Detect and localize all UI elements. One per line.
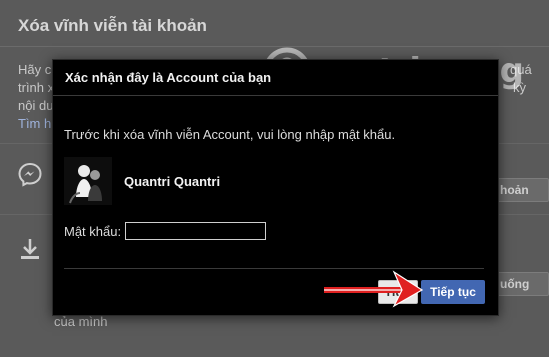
dialog-prompt: Trước khi xóa vĩnh viễn Account, vui lòn… xyxy=(64,127,396,142)
annotation-arrow-icon xyxy=(324,270,424,308)
download-icon xyxy=(21,239,39,259)
password-row: Mật khẩu: xyxy=(64,222,267,240)
password-label: Mật khẩu: xyxy=(64,223,122,239)
user-row: Quantri Quantri xyxy=(64,157,220,205)
avatar xyxy=(64,157,112,205)
body-text-line: nội du xyxy=(18,98,54,113)
learn-more-link[interactable]: Tìm h xyxy=(18,116,51,131)
body-text-line: Hãy c xyxy=(18,62,52,77)
background-button[interactable]: uống xyxy=(493,272,549,296)
password-input[interactable] xyxy=(125,222,267,240)
dialog-title: Xác nhận đây là Account của bạn xyxy=(53,60,498,96)
body-text-line: của mình xyxy=(54,314,108,329)
messenger-icon xyxy=(18,162,42,187)
continue-button[interactable]: Tiếp tục xyxy=(421,280,485,304)
background-button[interactable]: hoản xyxy=(493,178,549,202)
body-text-line: trình x xyxy=(18,80,55,95)
user-name: Quantri Quantri xyxy=(124,173,221,189)
page-title: Xóa vĩnh viễn tài khoản xyxy=(18,16,207,35)
